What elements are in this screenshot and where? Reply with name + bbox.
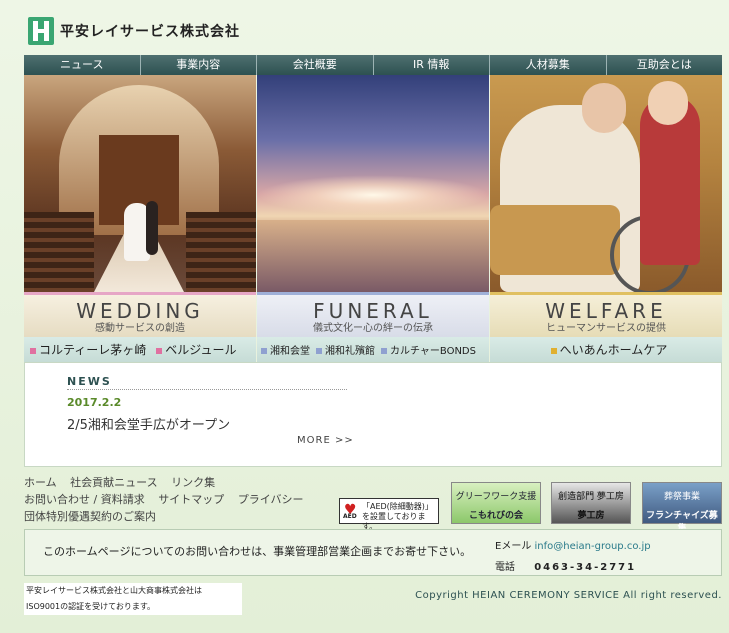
blanket (490, 205, 620, 275)
link-culture-bonds[interactable]: カルチャーBONDS (381, 342, 476, 357)
blue-bullet-icon (381, 348, 387, 354)
wedding-title: WEDDING (76, 299, 204, 323)
welfare-links: へいあんホームケア (490, 337, 722, 362)
footer-link-privacy[interactable]: プライバシー (238, 493, 304, 506)
company-name: 平安レイサービス株式会社 (60, 24, 240, 40)
link-showa-kaido[interactable]: 湘和会堂 (261, 342, 310, 357)
footer-row-3: 団体特別優遇契約のご案内 (24, 508, 313, 525)
welfare-photo[interactable] (490, 75, 722, 292)
footer-link-group-contract[interactable]: 団体特別優遇契約のご案内 (24, 510, 156, 523)
pews-left (24, 212, 94, 292)
banner-grief-work[interactable]: グリーフワーク支援 こもれびの会 (451, 482, 541, 524)
funeral-photo[interactable] (257, 75, 489, 292)
welfare-label[interactable]: WELFARE ヒューマンサービスの提供 (490, 292, 722, 337)
wedding-label[interactable]: WEDDING 感動サービスの創造 (24, 292, 256, 337)
contact-box: このホームページについてのお問い合わせは、事業管理部営業企画までお寄せ下さい。 … (24, 529, 722, 576)
panel-funeral: FUNERAL 儀式文化ー心の絆ーの伝承 湘和会堂 湘和礼殯館 カルチャーBON… (257, 75, 489, 362)
email-label: Eメール (495, 541, 532, 552)
footer-links: ホーム 社会貢献ニュース リンク集 お問い合わせ / 資料請求 サイトマップ プ… (24, 474, 313, 525)
link-label: 湘和礼殯館 (325, 346, 375, 357)
link-label: コルティーレ茅ヶ崎 (39, 343, 147, 357)
banner-line1: 創造部門 夢工房 (558, 492, 624, 502)
groom-figure (146, 201, 158, 255)
service-panels: WEDDING 感動サービスの創造 コルティーレ茅ヶ崎 ベルジュール FUNER… (24, 75, 722, 362)
iso-notice: 平安レイサービス株式会社と山大商事株式会社は ISO9001の認証を受けておりま… (24, 583, 242, 615)
iso-line-1: 平安レイサービス株式会社と山大商事株式会社は (26, 586, 202, 595)
funeral-label[interactable]: FUNERAL 儀式文化ー心の絆ーの伝承 (257, 292, 489, 337)
phone-label: 電話 (495, 562, 515, 573)
funeral-subtitle: 儀式文化ー心の絆ーの伝承 (313, 323, 433, 334)
banner-yume-kobo[interactable]: 創造部門 夢工房 夢工房 (551, 482, 631, 524)
banner-line1: グリーフワーク支援 (455, 492, 537, 502)
company-logo[interactable]: 平安レイサービス株式会社 (28, 17, 240, 45)
footer-link-contact[interactable]: お問い合わせ / 資料請求 (24, 493, 145, 506)
contact-phone: 電話 0463-34-2771 (495, 558, 636, 573)
funeral-links: 湘和会堂 湘和礼殯館 カルチャーBONDS (257, 337, 489, 362)
aed-text: 「AED(除細動器)」を設置しております。 (362, 502, 433, 531)
copyright: Copyright HEIAN CEREMONY SERVICE All rig… (415, 590, 722, 601)
aed-tag: AED (343, 513, 357, 520)
footer-link-sitemap[interactable]: サイトマップ (158, 493, 224, 506)
banner-franchise[interactable]: 葬祭事業 フランチャイズ募集 (642, 482, 722, 534)
nav-news[interactable]: ニュース (24, 55, 141, 75)
link-bellejour[interactable]: ベルジュール (156, 341, 236, 358)
panel-welfare: WELFARE ヒューマンサービスの提供 へいあんホームケア (490, 75, 722, 362)
panel-wedding: WEDDING 感動サービスの創造 コルティーレ茅ヶ崎 ベルジュール (24, 75, 256, 362)
sea-water (257, 220, 489, 292)
contact-message: このホームページについてのお問い合わせは、事業管理部営業企画までお寄せ下さい。 (43, 545, 472, 558)
news-item-link[interactable]: 2/5湘和会堂手広がオープン (67, 414, 230, 433)
news-section: NEWS 2017.2.2 2/5湘和会堂手広がオープン MORE >> (24, 362, 722, 467)
banner-line1: 葬祭事業 (663, 492, 700, 502)
nav-company[interactable]: 会社概要 (257, 55, 374, 75)
wedding-photo[interactable] (24, 75, 256, 292)
footer-link-csr-news[interactable]: 社会貢献ニュース (70, 476, 157, 489)
email-link[interactable]: info@heian-group.co.jp (535, 541, 651, 552)
news-date: 2017.2.2 (67, 396, 122, 409)
news-more-link[interactable]: MORE >> (297, 435, 354, 446)
phone-number: 0463-34-2771 (534, 562, 637, 573)
iso-line-2: ISO9001の認証を受けております。 (26, 602, 156, 611)
footer-link-links[interactable]: リンク集 (171, 476, 215, 489)
link-label: ベルジュール (165, 343, 237, 357)
nav-recruit[interactable]: 人材募集 (490, 55, 607, 75)
nav-mutual-aid[interactable]: 互助会とは (607, 55, 723, 75)
banner-line2: こもれびの会 (468, 511, 523, 521)
footer-row-1: ホーム 社会貢献ニュース リンク集 (24, 474, 313, 491)
wedding-subtitle: 感動サービスの創造 (95, 323, 185, 334)
news-heading: NEWS (67, 375, 112, 388)
heian-logo-icon (28, 17, 54, 45)
funeral-title: FUNERAL (313, 299, 433, 323)
link-cortile-chigasaki[interactable]: コルティーレ茅ヶ崎 (30, 341, 146, 358)
pink-bullet-icon (156, 347, 163, 354)
nav-ir[interactable]: IR 情報 (374, 55, 490, 75)
welfare-title: WELFARE (545, 299, 667, 323)
girl-head (648, 81, 688, 125)
yellow-bullet-icon (550, 347, 557, 354)
aed-badge: ♥ AED 「AED(除細動器)」を設置しております。 (339, 498, 439, 531)
contact-email: Eメール info@heian-group.co.jp (495, 537, 651, 552)
blue-bullet-icon (261, 348, 267, 354)
welfare-subtitle: ヒューマンサービスの提供 (546, 323, 666, 334)
pink-bullet-icon (30, 347, 36, 354)
wedding-links: コルティーレ茅ヶ崎 ベルジュール (24, 337, 256, 362)
pews-right (186, 212, 256, 292)
main-nav: ニュース 事業内容 会社概要 IR 情報 人材募集 互助会とは (24, 55, 722, 75)
banner-line2: 夢工房 (577, 511, 605, 521)
footer-link-home[interactable]: ホーム (24, 476, 57, 489)
footer-row-2: お問い合わせ / 資料請求 サイトマップ プライバシー (24, 491, 313, 508)
link-heian-homecare[interactable]: へいあんホームケア (550, 341, 668, 358)
link-label: 湘和会堂 (270, 346, 310, 357)
link-label: カルチャーBONDS (390, 346, 476, 357)
nav-business[interactable]: 事業内容 (141, 55, 257, 75)
news-divider (67, 389, 347, 390)
sunset-glow (257, 175, 489, 215)
link-label: へいあんホームケア (559, 343, 668, 357)
link-showa-reihinkan[interactable]: 湘和礼殯館 (316, 342, 375, 357)
elderly-man-head (582, 83, 626, 133)
blue-bullet-icon (316, 348, 322, 354)
